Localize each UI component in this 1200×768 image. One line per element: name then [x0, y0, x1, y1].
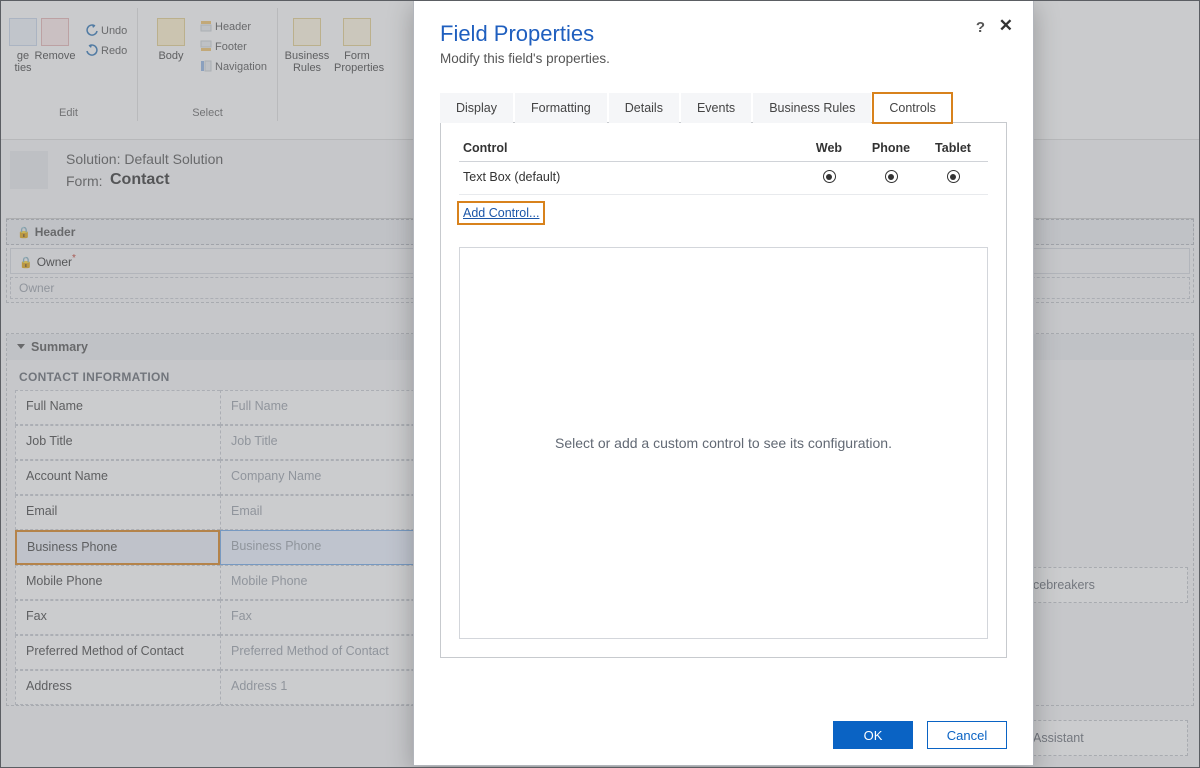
- col-header-phone: Phone: [860, 141, 922, 155]
- radio-phone[interactable]: [885, 170, 898, 183]
- field-properties-dialog: Field Properties Modify this field's pro…: [413, 0, 1034, 766]
- controls-tab-body: Control Web Phone Tablet Text Box (defau…: [440, 123, 1007, 658]
- col-header-tablet: Tablet: [922, 141, 984, 155]
- tab-details[interactable]: Details: [609, 93, 679, 123]
- dialog-close-button[interactable]: ✕: [999, 16, 1013, 36]
- radio-web[interactable]: [823, 170, 836, 183]
- col-header-web: Web: [798, 141, 860, 155]
- dialog-subtitle: Modify this field's properties.: [440, 51, 1007, 66]
- tab-formatting[interactable]: Formatting: [515, 93, 607, 123]
- control-name: Text Box (default): [463, 170, 798, 186]
- dialog-title: Field Properties: [440, 21, 1007, 47]
- tab-business-rules[interactable]: Business Rules: [753, 93, 871, 123]
- tab-events[interactable]: Events: [681, 93, 751, 123]
- col-header-control: Control: [463, 141, 798, 155]
- controls-grid-row[interactable]: Text Box (default): [459, 162, 988, 195]
- controls-grid: Control Web Phone Tablet Text Box (defau…: [459, 141, 988, 195]
- tab-display[interactable]: Display: [440, 93, 513, 123]
- control-config-placeholder-text: Select or add a custom control to see it…: [555, 435, 892, 451]
- add-control-link[interactable]: Add Control...: [461, 205, 541, 221]
- dialog-tabs: DisplayFormattingDetailsEventsBusiness R…: [440, 92, 1007, 123]
- dialog-help-button[interactable]: ?: [976, 19, 985, 36]
- dialog-footer: OK Cancel: [414, 709, 1033, 765]
- radio-tablet[interactable]: [947, 170, 960, 183]
- cancel-button[interactable]: Cancel: [927, 721, 1007, 749]
- controls-grid-header: Control Web Phone Tablet: [459, 141, 988, 162]
- tab-controls[interactable]: Controls: [873, 93, 952, 123]
- control-config-placeholder: Select or add a custom control to see it…: [459, 247, 988, 639]
- ok-button[interactable]: OK: [833, 721, 913, 749]
